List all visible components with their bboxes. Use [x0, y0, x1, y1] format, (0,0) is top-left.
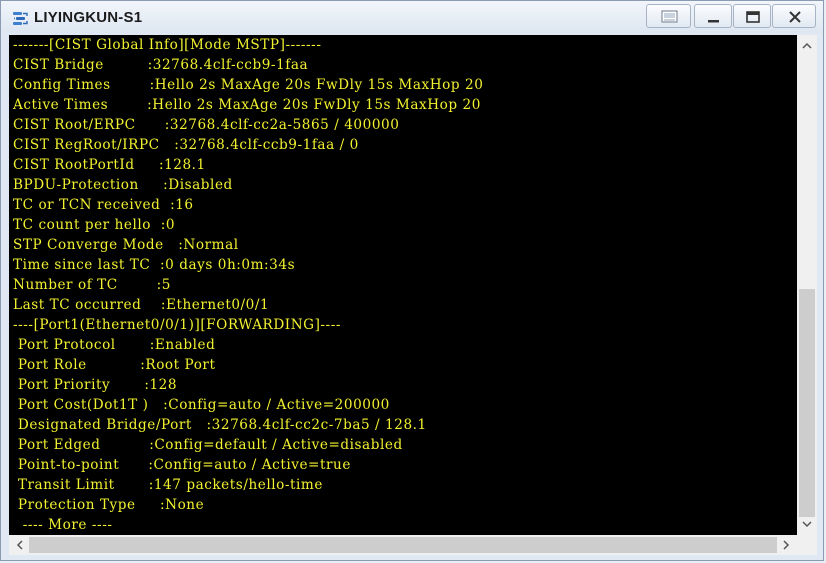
vertical-scrollbar[interactable]: [797, 35, 817, 535]
terminal-line: Port Protocol :Enabled: [13, 337, 216, 353]
terminal-line: TC or TCN received :16: [13, 197, 194, 213]
terminal-line: Port Role :Root Port: [13, 357, 216, 373]
terminal-line: Port Priority :128: [13, 377, 178, 393]
terminal-line: Protection Type :None: [13, 497, 205, 513]
terminal-line: CIST Root/ERPC :32768.4clf-cc2a-5865 / 4…: [13, 117, 400, 133]
terminal-line: STP Converge Mode :Normal: [13, 237, 239, 253]
terminal-line: Designated Bridge/Port :32768.4clf-cc2c-…: [13, 417, 427, 433]
terminal-line: Active Times :Hello 2s MaxAge 20s FwDly …: [13, 97, 481, 113]
terminal-line: ---- More ----: [13, 517, 113, 533]
minimize-button[interactable]: [694, 4, 732, 28]
terminal-window: LIYINGKUN-S1 -------[CIST Global Info][M…: [0, 0, 824, 561]
terminal-line: ----[Port1(Ethernet0/0/1)][FORWARDING]--…: [13, 317, 341, 333]
network-switch-icon[interactable]: [12, 9, 29, 26]
horizontal-scroll-thumb[interactable]: [29, 537, 777, 553]
terminal-line: Number of TC :5: [13, 277, 172, 293]
maximize-icon: [746, 11, 760, 23]
window-title: LIYINGKUN-S1: [34, 9, 143, 26]
screenshot-icon: [661, 10, 678, 23]
terminal-line: CIST RegRoot/IRPC :32768.4clf-ccb9-1faa …: [13, 137, 359, 153]
terminal-line: CIST RootPortId :128.1: [13, 157, 206, 173]
chevron-left-icon[interactable]: [12, 537, 28, 553]
terminal-output[interactable]: -------[CIST Global Info][Mode MSTP]----…: [9, 35, 797, 535]
terminal-line: Config Times :Hello 2s MaxAge 20s FwDly …: [13, 77, 484, 93]
close-icon: [789, 11, 801, 23]
terminal-line: Transit Limit :147 packets/hello-time: [13, 477, 323, 493]
scrollbar-corner: [797, 535, 817, 555]
terminal-line: CIST Bridge :32768.4clf-ccb9-1faa: [13, 57, 309, 73]
terminal-line: Port Cost(Dot1T ) :Config=auto / Active=…: [13, 397, 390, 413]
terminal-line: Point-to-point :Config=auto / Active=tru…: [13, 457, 351, 473]
terminal-line: Last TC occurred :Ethernet0/0/1: [13, 297, 270, 313]
maximize-button[interactable]: [733, 4, 771, 28]
terminal-line: -------[CIST Global Info][Mode MSTP]----…: [13, 37, 322, 53]
minimize-icon: [708, 20, 719, 23]
chevron-up-icon[interactable]: [799, 38, 815, 54]
screenshot-button[interactable]: [646, 4, 691, 28]
terminal-line: TC count per hello :0: [13, 217, 176, 233]
vertical-scroll-thumb[interactable]: [799, 289, 815, 517]
terminal-line: BPDU-Protection :Disabled: [13, 177, 233, 193]
chevron-right-icon[interactable]: [778, 537, 794, 553]
terminal-line: Time since last TC :0 days 0h:0m:34s: [13, 257, 296, 273]
close-button[interactable]: [772, 4, 816, 28]
title-bar[interactable]: LIYINGKUN-S1: [1, 1, 823, 33]
terminal-line: Port Edged :Config=default / Active=disa…: [13, 437, 403, 453]
chevron-down-icon[interactable]: [799, 516, 815, 532]
horizontal-scrollbar[interactable]: [9, 535, 797, 555]
